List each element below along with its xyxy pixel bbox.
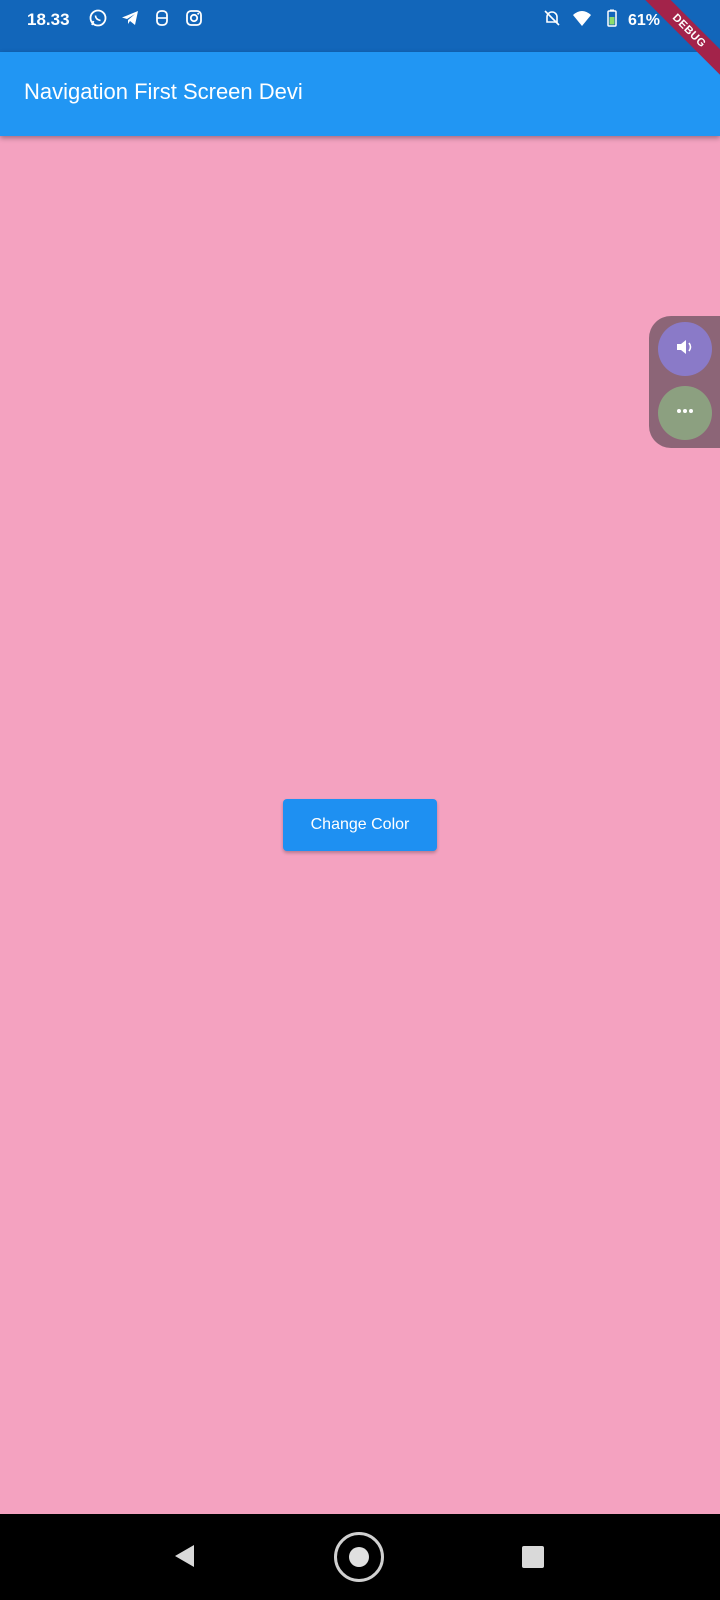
- screen: 18.33 61% Navigation First Screen Devi D…: [0, 0, 720, 1600]
- instagram-icon: [184, 8, 204, 33]
- bell-off-icon: [542, 8, 562, 33]
- recents-button[interactable]: [522, 1546, 544, 1568]
- more-button[interactable]: [658, 386, 712, 440]
- page-title: Navigation First Screen Devi: [24, 79, 303, 104]
- battery-percent: 61%: [628, 11, 661, 29]
- more-icon: [674, 400, 696, 427]
- home-icon: [349, 1547, 369, 1567]
- home-button[interactable]: [334, 1532, 384, 1582]
- app-icon: [152, 8, 172, 33]
- notification-icons: [88, 8, 204, 33]
- wifi-icon: [572, 8, 592, 33]
- main-content: Change Color: [0, 136, 720, 1514]
- back-button[interactable]: [172, 1543, 196, 1574]
- app-bar: Navigation First Screen Devi: [0, 52, 720, 136]
- battery-icon: [602, 8, 622, 33]
- system-icons: 61%: [542, 8, 660, 33]
- whatsapp-icon: [88, 8, 108, 33]
- telegram-icon: [120, 8, 140, 33]
- floating-side-panel: [649, 316, 720, 448]
- change-color-button[interactable]: Change Color: [283, 799, 437, 851]
- volume-button[interactable]: [658, 322, 712, 376]
- status-bar: 18.33 61%: [0, 0, 720, 52]
- status-time: 18.33: [27, 10, 70, 29]
- volume-icon: [674, 336, 696, 363]
- navigation-bar: [0, 1514, 720, 1600]
